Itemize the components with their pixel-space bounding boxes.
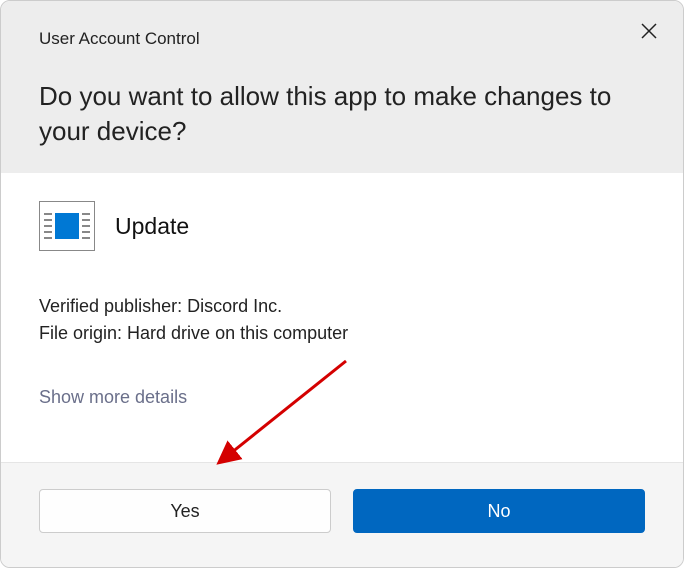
dialog-content: Update Verified publisher: Discord Inc. … <box>1 173 683 462</box>
yes-button[interactable]: Yes <box>39 489 331 533</box>
dialog-header: User Account Control Do you want to allo… <box>1 1 683 173</box>
app-icon <box>39 201 95 251</box>
app-row: Update <box>39 201 645 251</box>
no-button[interactable]: No <box>353 489 645 533</box>
close-icon <box>641 23 657 39</box>
dialog-title-small: User Account Control <box>39 29 645 49</box>
origin-line: File origin: Hard drive on this computer <box>39 320 645 347</box>
dialog-title-big: Do you want to allow this app to make ch… <box>39 79 645 149</box>
publisher-line: Verified publisher: Discord Inc. <box>39 293 645 320</box>
close-button[interactable] <box>637 19 661 43</box>
app-name: Update <box>115 213 189 240</box>
show-more-details-link[interactable]: Show more details <box>39 387 187 408</box>
dialog-footer: Yes No <box>1 462 683 567</box>
uac-dialog: User Account Control Do you want to allo… <box>0 0 684 568</box>
